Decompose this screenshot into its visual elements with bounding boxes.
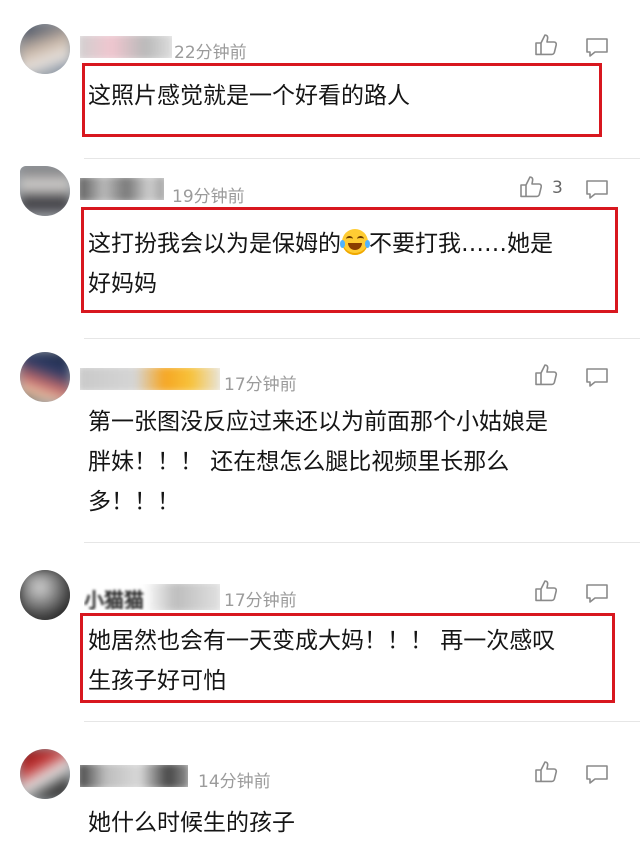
thumbs-up-icon[interactable] [533, 362, 559, 388]
divider [84, 721, 640, 722]
avatar[interactable] [20, 352, 70, 402]
comment-text: 这打扮我会以为是保姆的 不要打我……她是 好妈妈 [88, 224, 616, 304]
thumbs-up-icon[interactable] [533, 759, 559, 785]
divider [84, 542, 640, 543]
comment-timestamp: 19分钟前 [172, 187, 245, 207]
divider [84, 338, 640, 339]
comment-bubble-icon[interactable] [584, 580, 610, 606]
comment-bubble-icon[interactable] [584, 34, 610, 60]
username-blurred[interactable] [80, 368, 220, 390]
username-blurred[interactable] [80, 36, 172, 58]
face-with-tears-of-joy-icon [340, 229, 370, 255]
comment-feed: 22分钟前 这照片感觉就是一个好看的路人 19分钟前 3 这打扮我会以为是保姆的… [0, 0, 640, 849]
divider [84, 158, 640, 159]
comment-item: 22分钟前 这照片感觉就是一个好看的路人 [0, 0, 640, 160]
comment-bubble-icon[interactable] [584, 176, 610, 202]
comment-timestamp: 17分钟前 [224, 375, 297, 395]
username-partial: 小猫猫 [84, 588, 144, 610]
comment-text: 她居然也会有一天变成大妈！！！ 再一次感叹 生孩子好可怕 [88, 628, 556, 694]
comment-bubble-icon[interactable] [584, 364, 610, 390]
avatar[interactable] [20, 166, 70, 216]
comment-text-part: 这打扮我会以为是保姆的 [88, 231, 341, 257]
username-blurred[interactable] [80, 178, 164, 200]
comment-bubble-icon[interactable] [584, 761, 610, 787]
comment-timestamp: 14分钟前 [198, 772, 271, 792]
thumbs-up-icon[interactable] [533, 578, 559, 604]
comment-item: 17分钟前 第一张图没反应过来还以为前面那个小姑娘是 胖妹！！！ 还在想怎么腿比… [0, 340, 640, 542]
comment-item: 小猫猫 17分钟前 她居然也会有一天变成大妈！！！ 再一次感叹 生孩子好可怕 [0, 544, 640, 720]
username[interactable]: 小猫猫 [84, 584, 220, 610]
thumbs-up-icon[interactable] [518, 174, 544, 200]
username-blurred[interactable] [80, 765, 188, 787]
comment-timestamp: 17分钟前 [224, 591, 297, 611]
comment-item: 19分钟前 3 这打扮我会以为是保姆的 不要打我……她是 好妈妈 [0, 160, 640, 340]
comment-text: 她什么时候生的孩子 [88, 810, 295, 836]
like-count: 3 [552, 178, 563, 198]
avatar[interactable] [20, 749, 70, 799]
avatar[interactable] [20, 24, 70, 74]
thumbs-up-icon[interactable] [533, 32, 559, 58]
comment-text: 这照片感觉就是一个好看的路人 [88, 83, 410, 109]
comment-item: 14分钟前 她什么时候生的孩子 [0, 723, 640, 849]
avatar[interactable] [20, 570, 70, 620]
comment-timestamp: 22分钟前 [174, 43, 247, 63]
comment-text: 第一张图没反应过来还以为前面那个小姑娘是 胖妹！！！ 还在想怎么腿比视频里长那么… [88, 409, 548, 515]
